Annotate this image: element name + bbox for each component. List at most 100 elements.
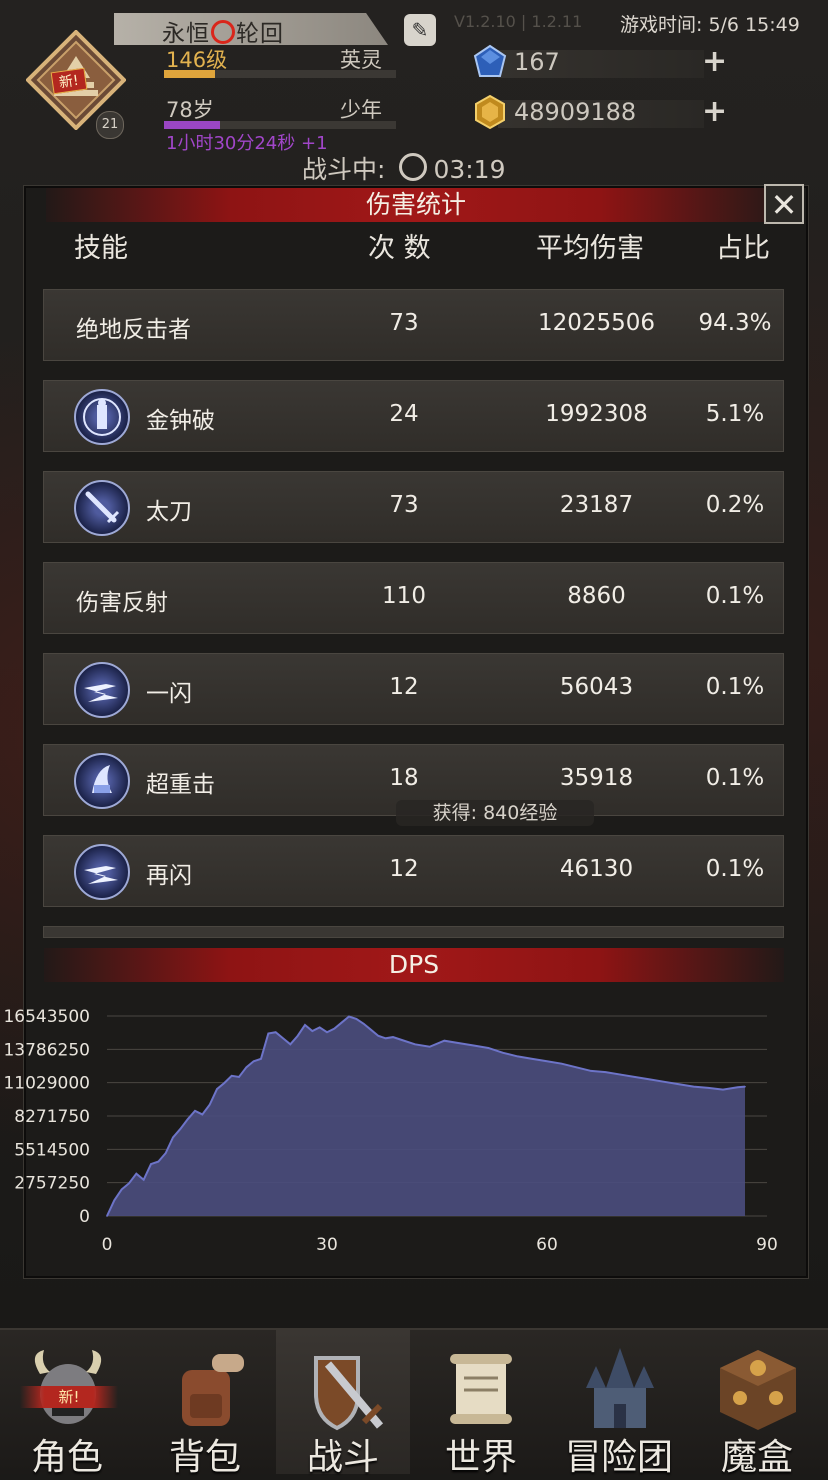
- nav-item-magic-box[interactable]: 魔盒: [690, 1330, 824, 1478]
- avatar-new-badge: 新!: [50, 67, 87, 95]
- dps-point: [377, 1035, 380, 1037]
- gold-ore-icon: [475, 94, 505, 130]
- skill-avg-damage: 23187: [559, 492, 634, 518]
- table-row[interactable]: 一闪 12 56043 0.1%: [43, 653, 784, 725]
- dps-point: [252, 1060, 255, 1063]
- dps-point: [296, 1035, 299, 1037]
- dps-point: [678, 1083, 680, 1086]
- dps-point: [428, 1045, 431, 1048]
- dps-point: [216, 1088, 218, 1090]
- table-row[interactable]: 金钟破 24 1992308 5.1%: [43, 380, 784, 452]
- table-row[interactable]: 太刀 73 23187 0.2%: [43, 471, 784, 543]
- dps-point: [560, 1062, 563, 1065]
- table-row-partial: [43, 926, 784, 938]
- nav-label: 冒险团: [564, 1437, 673, 1478]
- dps-point: [267, 1032, 270, 1035]
- nav-item-battle[interactable]: 战斗: [276, 1330, 410, 1478]
- dps-point: [516, 1055, 519, 1058]
- y-tick-label: 16543500: [3, 1007, 90, 1027]
- dps-point: [128, 1182, 130, 1185]
- add-gems-button[interactable]: +: [702, 44, 727, 79]
- skill-name: 绝地反击者: [76, 317, 191, 343]
- nav-label: 世界: [444, 1437, 517, 1478]
- skill-damage-share: 0.1%: [705, 674, 765, 700]
- skill-damage-share: 0.1%: [705, 765, 765, 791]
- dps-chart: 16543500 13786250 11029000 8271750 5514500 27…: [0, 990, 828, 1270]
- dps-point: [392, 1036, 394, 1038]
- bottom-nav: 新! 角色 背包 战斗 世界 冒险团 魔盒: [0, 1328, 828, 1478]
- dps-point: [590, 1070, 592, 1072]
- close-button[interactable]: ✕: [764, 184, 804, 224]
- nav-item-character[interactable]: 新! 角色: [0, 1330, 134, 1478]
- dps-point: [575, 1066, 578, 1069]
- version-text: V1.2.10 | 1.2.11: [454, 12, 583, 31]
- dps-point: [208, 1103, 211, 1106]
- nav-label: 魔盒: [720, 1437, 793, 1478]
- skill-name: 金钟破: [146, 408, 215, 434]
- gold-count: 48909188: [514, 98, 637, 126]
- age-rank: 少年: [340, 98, 382, 122]
- battle-timer: 03:19: [433, 155, 506, 184]
- flash-strike-icon: [74, 844, 130, 900]
- age-progress-bar: [164, 121, 396, 129]
- nav-item-adventure-guild[interactable]: 冒险团: [552, 1330, 686, 1478]
- dps-point: [604, 1071, 607, 1073]
- dps-point: [179, 1128, 182, 1130]
- dps-point: [384, 1037, 387, 1040]
- skill-name: 伤害反射: [76, 590, 168, 616]
- dps-point: [414, 1043, 416, 1046]
- y-tick-label: 8271750: [14, 1107, 90, 1127]
- dps-point: [282, 1037, 284, 1040]
- y-tick-label: 0: [79, 1207, 90, 1227]
- dps-point: [370, 1029, 372, 1031]
- dps-point: [744, 1085, 746, 1088]
- dps-point: [164, 1152, 167, 1154]
- level-progress-fill: [164, 70, 216, 78]
- column-header-pct: 占比: [716, 233, 770, 264]
- player-name-part2: 轮回: [236, 21, 284, 47]
- dps-point: [150, 1163, 152, 1165]
- table-row[interactable]: 再闪 12 46130 0.1%: [43, 835, 784, 907]
- nav-item-world[interactable]: 世界: [414, 1330, 548, 1478]
- skill-avg-damage: 8860: [567, 583, 626, 609]
- dps-point: [238, 1076, 240, 1078]
- column-header-avg: 平均伤害: [536, 233, 644, 264]
- dps-point: [663, 1081, 666, 1083]
- edit-name-button[interactable]: ✎: [404, 14, 436, 46]
- dps-point: [260, 1058, 262, 1060]
- nav-item-backpack[interactable]: 背包: [138, 1330, 272, 1478]
- dps-point: [304, 1024, 306, 1026]
- puzzle-box-icon: [720, 1350, 796, 1430]
- y-tick-label: 2757250: [14, 1174, 90, 1194]
- dps-chart-svg: 16543500 13786250 11029000 8271750 5514500 27…: [3, 1007, 777, 1255]
- nav-label: 背包: [168, 1437, 241, 1478]
- dps-point: [619, 1073, 622, 1076]
- game-time: 游戏时间: 5/6 15:49: [620, 14, 800, 36]
- skill-damage-share: 0.2%: [705, 492, 765, 518]
- golden-bell-icon: [74, 389, 130, 445]
- skill-count: 18: [389, 765, 419, 791]
- dps-point: [186, 1118, 189, 1121]
- blue-gem-icon: [473, 44, 507, 77]
- edit-icon: ✎: [411, 18, 429, 42]
- dps-point: [194, 1110, 196, 1112]
- gem-count: 167: [514, 48, 560, 76]
- nav-label: 战斗: [306, 1437, 379, 1478]
- dps-point: [172, 1136, 174, 1139]
- table-row[interactable]: 伤害反射 110 8860 0.1%: [43, 562, 784, 634]
- skill-count: 110: [382, 583, 426, 609]
- dps-point: [326, 1031, 328, 1034]
- y-tick-label: 11029000: [3, 1074, 90, 1094]
- panel-title: 伤害统计: [46, 188, 786, 222]
- add-gold-button[interactable]: +: [702, 94, 727, 129]
- dps-point: [443, 1039, 446, 1042]
- table-row[interactable]: 绝地反击者 73 12025506 94.3%: [43, 289, 784, 361]
- dps-point: [201, 1113, 204, 1116]
- battle-status: 战斗中: 03:19: [302, 150, 505, 186]
- gem-resource: 167 +: [473, 44, 727, 80]
- x-tick-label: 30: [316, 1235, 338, 1255]
- dps-point: [399, 1038, 402, 1041]
- dps-point: [318, 1026, 321, 1029]
- exp-gain-toast: 获得: 840经验: [396, 800, 594, 826]
- skill-damage-share: 94.3%: [698, 310, 772, 336]
